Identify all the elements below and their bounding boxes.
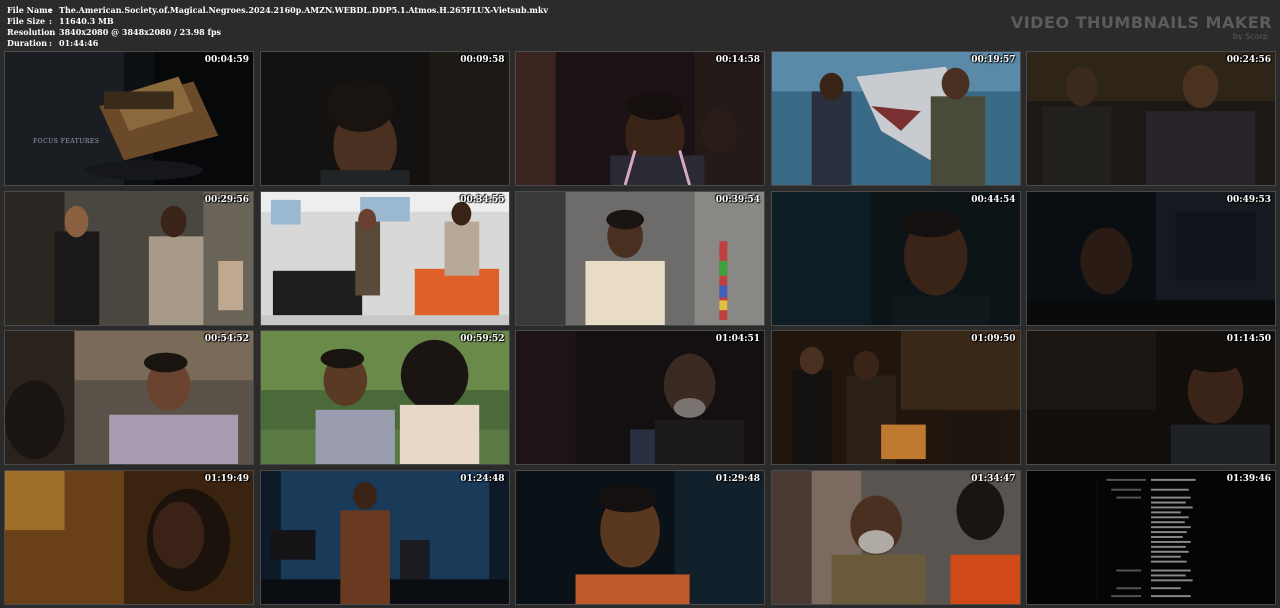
thumbnail[interactable]: 01:29:48 (515, 469, 765, 605)
info-label: File Name (7, 5, 53, 15)
info-value: The.American.Society.of.Magical.Negroes.… (59, 5, 549, 15)
frame-image (516, 52, 764, 185)
info-separator: : (49, 27, 52, 37)
timestamp: 00:49:53 (1226, 194, 1271, 205)
info-separator: : (49, 16, 52, 26)
header: File Name : The.American.Society.of.Magi… (0, 0, 1280, 50)
frame-image (771, 191, 1020, 325)
frame-image (771, 331, 1020, 464)
info-separator: : (49, 5, 52, 15)
timestamp: 00:29:56 (204, 194, 249, 205)
thumbnail[interactable]: 00:39:54 (515, 190, 765, 326)
info-value: 01:44:46 (59, 38, 99, 48)
timestamp: 01:34:47 (971, 473, 1016, 484)
frame-image (516, 191, 764, 325)
timestamp: 01:04:51 (715, 334, 760, 344)
thumbnail[interactable]: 00:49:53 (1026, 190, 1276, 326)
timestamp: 01:09:50 (971, 334, 1016, 344)
frame-image (260, 52, 509, 185)
thumbnail[interactable]: 00:19:57 (770, 51, 1021, 186)
brand-title: VIDEO THUMBNAILS MAKER (1010, 13, 1272, 32)
studio-watermark: FOCUS FEATURES (33, 138, 100, 145)
info-label: Resolution (7, 27, 56, 37)
timestamp: 01:39:46 (1226, 473, 1271, 484)
thumbnail[interactable]: 01:09:50 (770, 330, 1021, 465)
timestamp: 01:29:48 (715, 473, 760, 484)
info-value: 3840x2080 @ 3848x2080 / 23.98 fps (59, 27, 222, 37)
info-value: 11640.3 MB (59, 16, 114, 26)
frame-image (5, 331, 253, 464)
frame-image (260, 470, 509, 604)
thumbnail[interactable]: 01:39:46 (1026, 469, 1276, 605)
frame-image (516, 331, 764, 464)
frame-image (5, 52, 253, 185)
file-info: File Name : The.American.Society.of.Magi… (7, 5, 548, 49)
timestamp: 00:39:54 (715, 194, 760, 205)
info-label: Duration (7, 38, 48, 48)
timestamp: 01:24:48 (460, 473, 505, 484)
frame-image (771, 52, 1020, 185)
frame-image (1027, 331, 1275, 464)
brand-watermark: VIDEO THUMBNAILS MAKER by Scorp (1010, 13, 1272, 42)
thumbnail[interactable]: 01:04:51 (515, 330, 765, 465)
thumbnail[interactable]: 01:34:47 (770, 469, 1021, 605)
thumbnail[interactable]: 00:59:52 (259, 330, 510, 465)
frame-image (260, 191, 509, 325)
brand-subtitle: by Scorp (1232, 32, 1268, 41)
info-label: File Size (7, 16, 46, 26)
timestamp: 00:44:54 (971, 194, 1016, 205)
frame-image (771, 470, 1020, 604)
info-row-duration: Duration : 01:44:46 (7, 38, 548, 49)
timestamp: 01:19:49 (204, 473, 249, 484)
thumbnail[interactable]: 00:24:56 (1026, 51, 1276, 186)
timestamp: 00:59:52 (460, 334, 505, 344)
timestamp: 00:54:52 (204, 334, 249, 344)
info-separator: : (49, 38, 52, 48)
thumbnail[interactable]: 01:14:50 (1026, 330, 1276, 465)
info-row-resolution: Resolution : 3840x2080 @ 3848x2080 / 23.… (7, 27, 548, 38)
frame-image (5, 470, 253, 604)
info-row-filename: File Name : The.American.Society.of.Magi… (7, 5, 548, 16)
timestamp: 01:14:50 (1226, 334, 1271, 344)
thumbnail[interactable]: 00:09:58 (259, 51, 510, 186)
thumbnail[interactable]: 01:19:49 (4, 469, 254, 605)
timestamp: 00:04:59 (204, 55, 249, 65)
thumbnail[interactable]: FOCUS FEATURES 00:04:59 (4, 51, 254, 186)
thumbnail[interactable]: 00:29:56 (4, 190, 254, 326)
timestamp: 00:09:58 (460, 55, 505, 65)
thumbnail[interactable]: 00:34:55 (259, 190, 510, 326)
timestamp: 00:19:57 (971, 55, 1016, 65)
thumbnail[interactable]: 00:54:52 (4, 330, 254, 465)
thumbnail-grid: FOCUS FEATURES 00:04:59 00:09:58 00:14:5… (4, 51, 1276, 605)
frame-image (516, 470, 764, 604)
info-row-filesize: File Size : 11640.3 MB (7, 16, 548, 27)
thumbnail[interactable]: 01:24:48 (259, 469, 510, 605)
frame-image (1027, 191, 1275, 325)
frame-image (1027, 470, 1275, 604)
frame-image (1027, 52, 1275, 185)
thumbnail[interactable]: 00:44:54 (770, 190, 1021, 326)
thumbnail[interactable]: 00:14:58 (515, 51, 765, 186)
timestamp: 00:24:56 (1226, 55, 1271, 65)
timestamp: 00:14:58 (715, 55, 760, 65)
timestamp: 00:34:55 (460, 194, 505, 205)
frame-image (5, 191, 253, 325)
frame-image (260, 331, 509, 464)
